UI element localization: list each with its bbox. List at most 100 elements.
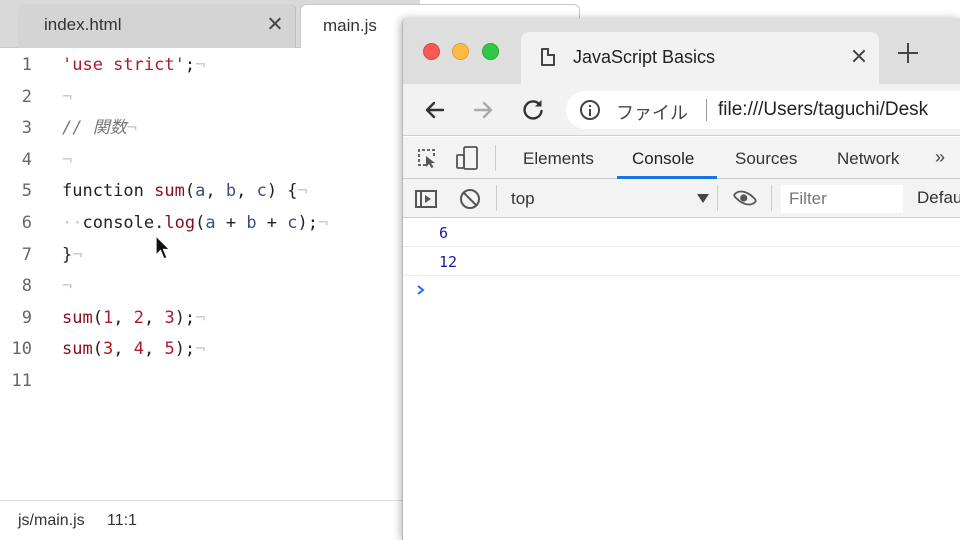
code-line[interactable]: 4 ¬ (0, 145, 420, 177)
close-icon[interactable] (263, 12, 287, 36)
context-selector-value: top (511, 189, 535, 208)
context-selector[interactable]: top (503, 185, 713, 211)
forward-arrow-icon[interactable] (469, 96, 497, 124)
line-number: 7 (21, 244, 32, 265)
code-token: ¬ (195, 339, 206, 360)
code-token: 4 (133, 339, 144, 360)
toolbar-divider (771, 185, 772, 211)
reload-icon[interactable] (519, 96, 547, 124)
status-file-path: js/main.js (18, 512, 85, 529)
code-token: c (287, 212, 298, 233)
devtools-toolbar: Elements Console Sources Network » (403, 137, 960, 179)
show-console-sidebar-icon[interactable] (415, 190, 437, 208)
code-token: 1 (102, 307, 114, 328)
browser-tab[interactable]: JavaScript Basics (521, 32, 879, 84)
code-token: } (62, 244, 73, 265)
code-token: ); (297, 212, 319, 233)
line-number: 2 (21, 86, 32, 107)
close-icon[interactable] (847, 44, 871, 68)
code-token: sum (154, 181, 185, 202)
code-line[interactable]: 6 ··console.log(a + b + c);¬ (0, 208, 420, 240)
code-line[interactable]: 8 ¬ (0, 271, 420, 303)
tab-sources[interactable]: Sources (735, 149, 797, 169)
editor-tab-bar: index.html main.js (0, 0, 580, 48)
code-token: ) { (266, 181, 298, 202)
line-source: function sum(a, b, c) {¬ (62, 176, 308, 208)
line-number: 3 (21, 118, 32, 139)
code-token: ; (184, 55, 196, 75)
editor-tab-index-html[interactable]: index.html (18, 4, 296, 48)
code-line[interactable]: 7 }¬ (0, 240, 420, 272)
console-toolbar: top Default levels (403, 179, 960, 218)
new-tab-plus-icon[interactable] (897, 42, 919, 64)
toolbar-divider (496, 185, 497, 211)
log-levels-dropdown[interactable]: Default levels (917, 188, 960, 208)
editor-tab-label: index.html (44, 15, 122, 34)
console-filter-input[interactable] (781, 185, 903, 213)
code-token: 3 (102, 339, 114, 360)
back-arrow-icon[interactable] (421, 96, 449, 124)
code-token: ( (195, 212, 206, 233)
info-icon[interactable] (580, 100, 600, 120)
browser-window: JavaScript Basics ファイル file:///Users/tag… (402, 18, 960, 540)
console-message: 12 (403, 247, 960, 276)
browser-tab-title: JavaScript Basics (573, 47, 716, 67)
code-token: ¬ (62, 276, 73, 297)
code-token: , (143, 307, 165, 328)
line-number: 9 (21, 307, 32, 328)
toolbar-divider (717, 185, 718, 211)
maximize-window-button[interactable] (482, 43, 499, 60)
code-token: ¬ (297, 181, 308, 202)
code-line[interactable]: 10 sum(3, 4, 5);¬ (0, 334, 420, 366)
close-window-button[interactable] (423, 43, 440, 60)
line-number: 8 (21, 276, 32, 297)
mouse-pointer-icon (155, 235, 171, 260)
code-line[interactable]: 1 'use strict';¬ (0, 50, 420, 82)
code-line[interactable]: 11 (0, 366, 420, 398)
code-token: 'use strict' (62, 55, 185, 75)
address-url[interactable]: file:///Users/taguchi/Desk (718, 99, 928, 121)
code-editor[interactable]: index.html main.js 1'use strict';¬ 2 ¬ 3// … (0, 0, 580, 540)
address-bar[interactable]: ファイル file:///Users/taguchi/Desk (566, 91, 960, 129)
code-token: ¬ (195, 55, 206, 75)
inspect-element-icon[interactable] (417, 148, 439, 168)
more-tabs-icon[interactable]: » (935, 147, 945, 168)
code-token: ¬ (318, 212, 329, 233)
code-token: + (215, 212, 247, 233)
console-prompt-chevron-icon[interactable] (415, 284, 427, 296)
tab-console[interactable]: Console (632, 149, 694, 169)
line-source: sum(3, 4, 5);¬ (62, 334, 205, 366)
code-token: c (256, 181, 267, 202)
code-token: ¬ (62, 86, 73, 107)
console-output-value: 12 (439, 253, 458, 271)
line-source: }¬ (62, 240, 83, 272)
clear-console-icon[interactable] (460, 189, 480, 209)
line-source: ··console.log(a + b + c);¬ (62, 208, 328, 240)
code-line[interactable]: 5 function sum(a, b, c) {¬ (0, 176, 420, 208)
code-token: , (205, 181, 226, 202)
tab-network[interactable]: Network (837, 149, 899, 169)
line-number: 11 (11, 370, 32, 391)
code-token: log (164, 212, 196, 233)
minimize-window-button[interactable] (452, 43, 469, 60)
code-line[interactable]: 2 ¬ (0, 82, 420, 114)
code-token: ·· (62, 212, 83, 233)
code-token: b (225, 181, 237, 202)
code-line[interactable]: 9 sum(1, 2, 3);¬ (0, 303, 420, 335)
toolbar-divider (495, 145, 496, 171)
line-source: // 関数¬ (62, 113, 137, 145)
code-area[interactable]: 1'use strict';¬ 2 ¬ 3// 関数¬ 4 ¬ 5 function sum(… (0, 50, 420, 398)
page-icon (541, 48, 555, 66)
code-token: ¬ (62, 149, 73, 170)
code-token: ( (184, 181, 196, 202)
device-toolbar-icon[interactable] (455, 146, 479, 170)
console-output-value: 6 (439, 224, 449, 242)
code-token: 2 (133, 307, 144, 328)
eye-icon[interactable] (732, 185, 758, 211)
line-source: ¬ (62, 145, 72, 177)
tab-elements[interactable]: Elements (523, 149, 594, 169)
code-token: ( (92, 307, 103, 328)
code-token: ); (174, 307, 196, 328)
code-line[interactable]: 3 // 関数¬ (0, 113, 420, 145)
code-token: , (143, 339, 165, 360)
